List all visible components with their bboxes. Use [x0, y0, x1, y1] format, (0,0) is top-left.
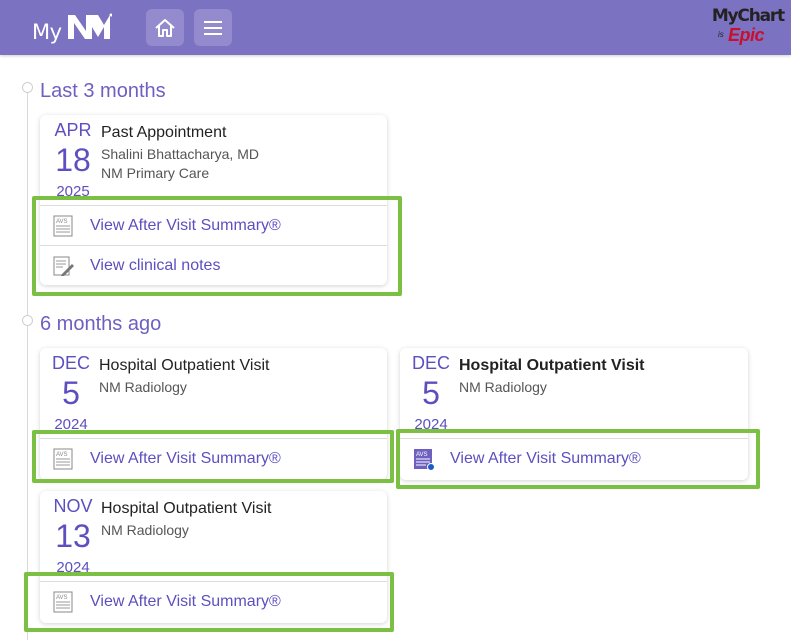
mychart-epic-logo: MyChart is Epic	[706, 6, 785, 48]
svg-text:AVS: AVS	[56, 452, 68, 458]
nm-logo-mark-icon	[68, 13, 112, 39]
view-avs-label: View After Visit Summary®	[90, 593, 281, 610]
visit-title: Past Appointment	[101, 124, 227, 141]
avs-document-icon: AVS	[53, 448, 73, 470]
visit-year: 2024	[56, 559, 90, 576]
mychart-wordmark: MyChart	[711, 6, 785, 26]
visit-day: 5	[422, 375, 440, 411]
visit-department: NM Radiology	[101, 522, 189, 538]
view-avs-label: View After Visit Summary®	[450, 450, 641, 467]
visit-day: 18	[55, 142, 91, 178]
visit-month: NOV	[53, 496, 93, 516]
visit-month: DEC	[51, 353, 90, 373]
home-button[interactable]	[146, 9, 184, 46]
visit-year: 2025	[56, 183, 90, 200]
visit-provider: Shalini Bhattacharya, MD	[101, 146, 259, 162]
avs-document-icon: AVS	[53, 215, 73, 237]
visit-card[interactable]: DEC 5 2024 Hospital Outpatient Visit NM …	[40, 348, 387, 480]
logo-text: My	[32, 20, 62, 44]
timeline-dot	[22, 82, 33, 93]
visit-month: DEC	[411, 353, 450, 373]
visit-card[interactable]: NOV 13 2024 Hospital Outpatient Visit NM…	[40, 491, 387, 623]
visit-day: 13	[55, 518, 91, 554]
svg-text:AVS: AVS	[416, 452, 428, 458]
visit-department: NM Radiology	[99, 379, 187, 395]
section-title-last-3-months: Last 3 months	[40, 80, 166, 102]
view-avs-link[interactable]: AVS View After Visit Summary®	[40, 581, 387, 621]
visit-title: Hospital Outpatient Visit	[459, 357, 645, 374]
view-avs-link[interactable]: AVS View After Visit Summary®	[40, 438, 387, 478]
view-avs-link[interactable]: AVS View After Visit Summary®	[400, 438, 748, 478]
app-header: My MyChart is Epic	[0, 0, 791, 55]
visit-department: NM Radiology	[459, 379, 547, 395]
avs-document-new-icon: AVS	[414, 449, 434, 470]
hamburger-icon	[204, 20, 222, 35]
view-avs-link[interactable]: AVS View After Visit Summary®	[40, 205, 387, 245]
visit-year: 2024	[414, 416, 448, 433]
visit-title: Hospital Outpatient Visit	[99, 357, 270, 374]
clinical-notes-pencil-icon	[53, 256, 74, 276]
view-avs-label: View After Visit Summary®	[90, 450, 281, 467]
avs-document-icon: AVS	[53, 591, 73, 613]
svg-text:AVS: AVS	[56, 219, 68, 225]
view-clinical-notes-link[interactable]: View clinical notes	[40, 245, 387, 285]
visit-month: APR	[54, 120, 92, 140]
epic-wordmark: Epic	[728, 25, 765, 45]
visit-day: 5	[62, 375, 80, 411]
view-avs-label: View After Visit Summary®	[90, 217, 281, 234]
visit-card[interactable]: DEC 5 2024 Hospital Outpatient Visit NM …	[400, 348, 748, 480]
section-title-6-months-ago: 6 months ago	[40, 313, 162, 335]
home-icon	[155, 18, 175, 37]
mychart-is: is	[718, 30, 724, 39]
menu-button[interactable]	[194, 9, 232, 46]
svg-text:AVS: AVS	[56, 595, 68, 601]
timeline-dot	[22, 315, 33, 326]
timeline-line	[27, 86, 28, 640]
visit-department: NM Primary Care	[101, 165, 210, 181]
visit-card[interactable]: APR 18 2025 Past Appointment Shalini Bha…	[40, 115, 387, 285]
visit-year: 2024	[54, 416, 88, 433]
visit-title: Hospital Outpatient Visit	[101, 500, 272, 517]
view-clinical-notes-label: View clinical notes	[90, 257, 221, 274]
